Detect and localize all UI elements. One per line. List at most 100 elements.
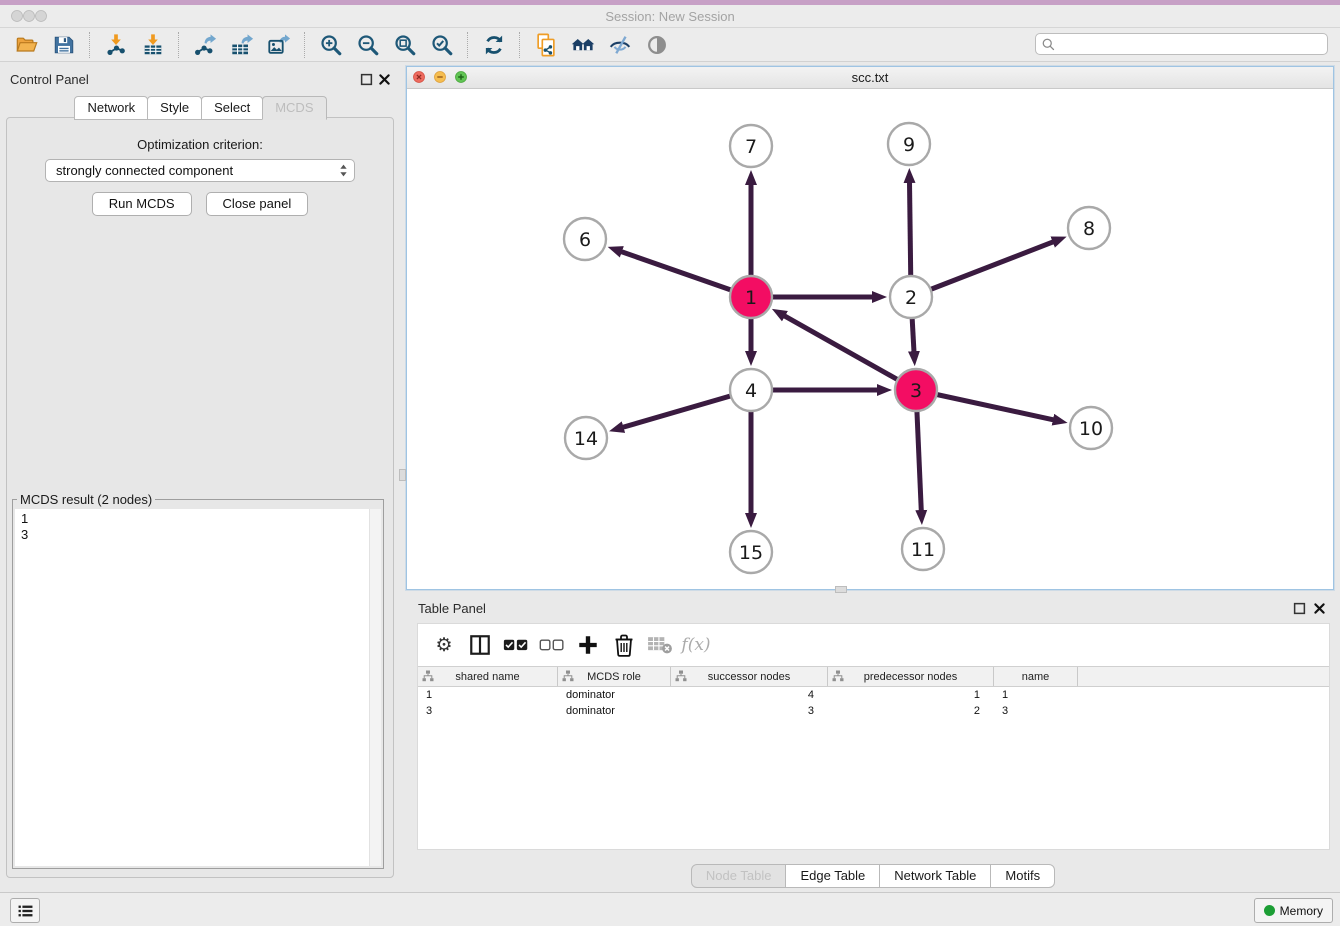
node-4[interactable]: 4 bbox=[730, 369, 772, 411]
select-all-icon[interactable] bbox=[498, 630, 534, 660]
column-type-icon bbox=[562, 670, 574, 682]
zoom-in-icon[interactable] bbox=[315, 31, 346, 59]
edge-3-1[interactable] bbox=[784, 316, 916, 390]
svg-text:9: 9 bbox=[903, 134, 915, 156]
cell-shared-name[interactable]: 1 bbox=[418, 689, 558, 701]
node-1[interactable]: 1 bbox=[730, 276, 772, 318]
control-panel: Control Panel NetworkStyleSelectMCDS Opt… bbox=[0, 62, 400, 892]
table-row[interactable]: 3dominator323 bbox=[418, 703, 1329, 719]
cell-predecessor-nodes[interactable]: 1 bbox=[828, 689, 994, 701]
svg-text:2: 2 bbox=[905, 287, 917, 309]
splitter-grip-horizontal[interactable] bbox=[835, 586, 847, 593]
edge-2-8[interactable] bbox=[911, 242, 1054, 297]
column-header-label: shared name bbox=[455, 671, 519, 683]
gear-icon[interactable]: ⚙ bbox=[426, 630, 462, 660]
cell-predecessor-nodes[interactable]: 2 bbox=[828, 705, 994, 717]
tab-edge-table[interactable]: Edge Table bbox=[785, 864, 880, 888]
node-11[interactable]: 11 bbox=[902, 528, 944, 570]
node-10[interactable]: 10 bbox=[1070, 407, 1112, 449]
memory-button[interactable]: Memory bbox=[1254, 898, 1333, 923]
column-header-label: successor nodes bbox=[708, 671, 791, 683]
result-line: 1 bbox=[21, 511, 375, 527]
zoom-fit-icon[interactable] bbox=[389, 31, 420, 59]
search-input[interactable] bbox=[1056, 35, 1327, 53]
zoom-out-icon[interactable] bbox=[352, 31, 383, 59]
task-list-icon bbox=[17, 904, 34, 918]
show-all-icon[interactable] bbox=[641, 31, 672, 59]
export-table-icon[interactable] bbox=[226, 31, 257, 59]
cell-name[interactable]: 1 bbox=[994, 689, 1078, 701]
refresh-icon[interactable] bbox=[478, 31, 509, 59]
import-table-icon[interactable] bbox=[137, 31, 168, 59]
node-7[interactable]: 7 bbox=[730, 125, 772, 167]
export-image-icon[interactable] bbox=[263, 31, 294, 59]
save-session-icon[interactable] bbox=[48, 31, 79, 59]
tab-style[interactable]: Style bbox=[147, 96, 202, 120]
close-panel-button[interactable]: Close panel bbox=[206, 192, 309, 216]
tab-select[interactable]: Select bbox=[201, 96, 263, 120]
tab-network-table[interactable]: Network Table bbox=[879, 864, 991, 888]
close-panel-icon[interactable] bbox=[378, 73, 391, 86]
import-network-icon[interactable] bbox=[100, 31, 131, 59]
table-row[interactable]: 1dominator411 bbox=[418, 687, 1329, 703]
node-6[interactable]: 6 bbox=[564, 218, 606, 260]
tab-motifs[interactable]: Motifs bbox=[990, 864, 1055, 888]
column-header-name[interactable]: name bbox=[994, 667, 1078, 686]
svg-text:15: 15 bbox=[739, 542, 763, 564]
delete-row-icon[interactable] bbox=[606, 630, 642, 660]
node-9[interactable]: 9 bbox=[888, 123, 930, 165]
hide-selection-icon[interactable] bbox=[604, 31, 635, 59]
column-header-successor-nodes[interactable]: successor nodes bbox=[671, 667, 828, 686]
tab-node-table[interactable]: Node Table bbox=[691, 864, 787, 888]
mcds-result-title: MCDS result (2 nodes) bbox=[17, 492, 155, 507]
network-canvas[interactable]: 7 9 6 8 1 2 4 3 14 10 15 11 bbox=[407, 88, 1333, 589]
column-header-label: name bbox=[1022, 671, 1050, 683]
cell-mcds-role[interactable]: dominator bbox=[558, 705, 671, 717]
column-header-shared-name[interactable]: shared name bbox=[418, 667, 558, 686]
column-header-mcds-role[interactable]: MCDS role bbox=[558, 667, 671, 686]
first-neighbors-icon[interactable] bbox=[567, 31, 598, 59]
node-3[interactable]: 3 bbox=[895, 369, 937, 411]
cell-shared-name[interactable]: 3 bbox=[418, 705, 558, 717]
column-header-filler bbox=[1078, 667, 1329, 686]
control-panel-tabs: NetworkStyleSelectMCDS bbox=[0, 96, 400, 120]
close-table-panel-icon[interactable] bbox=[1313, 602, 1326, 615]
svg-text:6: 6 bbox=[579, 229, 591, 251]
new-network-from-selection-icon[interactable] bbox=[530, 31, 561, 59]
deselect-all-icon[interactable] bbox=[534, 630, 570, 660]
result-line: 3 bbox=[21, 527, 375, 543]
node-14[interactable]: 14 bbox=[565, 417, 607, 459]
node-15[interactable]: 15 bbox=[730, 531, 772, 573]
mcds-tab-pane: Optimization criterion: strongly connect… bbox=[6, 117, 394, 878]
svg-text:8: 8 bbox=[1083, 218, 1095, 240]
show-columns-icon[interactable] bbox=[462, 630, 498, 660]
float-panel-icon[interactable] bbox=[360, 73, 373, 86]
cell-mcds-role[interactable]: dominator bbox=[558, 689, 671, 701]
cell-successor-nodes[interactable]: 3 bbox=[671, 705, 828, 717]
export-network-icon[interactable] bbox=[189, 31, 220, 59]
tab-network[interactable]: Network bbox=[74, 96, 148, 120]
cell-name[interactable]: 3 bbox=[994, 705, 1078, 717]
node-8[interactable]: 8 bbox=[1068, 207, 1110, 249]
node-2[interactable]: 2 bbox=[890, 276, 932, 318]
splitter-grip-vertical[interactable] bbox=[399, 469, 406, 481]
svg-text:3: 3 bbox=[910, 380, 922, 402]
column-header-predecessor-nodes[interactable]: predecessor nodes bbox=[828, 667, 994, 686]
mcds-result-area[interactable]: 13 bbox=[15, 509, 381, 866]
delete-table-icon bbox=[642, 630, 678, 660]
function-builder-icon: f(x) bbox=[678, 630, 714, 660]
search-box bbox=[1035, 33, 1328, 55]
float-table-panel-icon[interactable] bbox=[1293, 602, 1306, 615]
open-session-icon[interactable] bbox=[11, 31, 42, 59]
run-mcds-button[interactable]: Run MCDS bbox=[92, 192, 192, 216]
criterion-dropdown[interactable]: strongly connected component bbox=[45, 159, 355, 182]
zoom-selected-icon[interactable] bbox=[426, 31, 457, 59]
task-history-button[interactable] bbox=[10, 898, 40, 923]
table-panel-title: Table Panel bbox=[418, 601, 486, 616]
add-row-icon[interactable] bbox=[570, 630, 606, 660]
result-scrollbar[interactable] bbox=[369, 509, 381, 866]
cell-successor-nodes[interactable]: 4 bbox=[671, 689, 828, 701]
titlebar: Session: New Session bbox=[0, 5, 1340, 28]
tab-mcds[interactable]: MCDS bbox=[262, 96, 326, 120]
column-type-icon bbox=[422, 670, 434, 682]
